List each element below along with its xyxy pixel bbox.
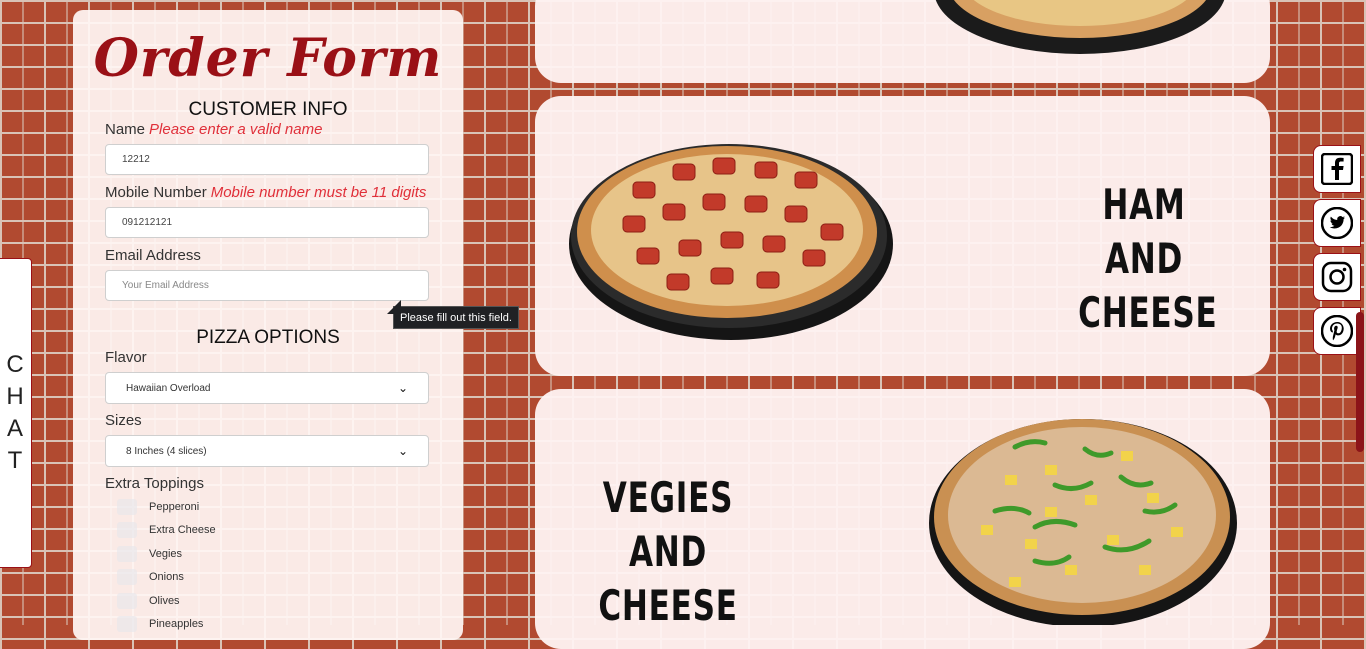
- checkbox[interactable]: [117, 593, 137, 609]
- flavor-select[interactable]: Hawaiian Overload ⌄: [105, 372, 429, 404]
- pizza-options-heading: PIZZA OPTIONS: [196, 327, 340, 348]
- card-title-line: HAM AND: [1102, 180, 1186, 283]
- name-error: Please enter a valid name: [149, 121, 323, 138]
- flavor-label: Flavor: [105, 349, 147, 366]
- mobile-error: Mobile number must be 11 digits: [210, 184, 427, 201]
- checkbox[interactable]: [117, 499, 137, 515]
- sizes-select[interactable]: 8 Inches (4 slices) ⌄: [105, 435, 429, 467]
- topping-label: Onions: [149, 571, 184, 583]
- topping-label: Pineapples: [149, 618, 204, 630]
- twitter-icon: [1321, 207, 1353, 239]
- checkbox[interactable]: [117, 522, 137, 538]
- mobile-input[interactable]: [105, 207, 429, 238]
- chevron-down-icon: ⌄: [397, 381, 408, 395]
- sizes-select-value: 8 Inches (4 slices): [126, 445, 207, 457]
- form-title: Order Form: [93, 28, 443, 89]
- topping-checkbox[interactable]: Vegies: [117, 545, 182, 563]
- topping-checkbox[interactable]: Pineapples: [117, 615, 203, 633]
- toppings-label: Extra Toppings: [105, 475, 204, 492]
- card-title: VEGIES AND CHEESE: [589, 471, 747, 633]
- pizza-image: [569, 144, 893, 340]
- facebook-icon: [1321, 153, 1353, 185]
- name-input[interactable]: [105, 144, 429, 175]
- chevron-down-icon: ⌄: [397, 444, 408, 458]
- topping-label: Olives: [149, 595, 180, 607]
- email-input[interactable]: [105, 270, 429, 301]
- card-title-line: VEGIES AND: [602, 473, 734, 576]
- topping-label: Vegies: [149, 548, 183, 560]
- name-label-text: Name: [105, 121, 146, 138]
- customer-info-heading: CUSTOMER INFO: [188, 99, 348, 120]
- scrollbar-thumb[interactable]: [1356, 312, 1364, 452]
- topping-checkbox[interactable]: Extra Cheese: [117, 521, 216, 539]
- pinterest-icon: [1321, 315, 1353, 347]
- validation-tooltip: Please fill out this field.: [387, 300, 519, 329]
- instagram-icon: [1321, 261, 1353, 293]
- card-title: HAM AND CHEESE: [1078, 178, 1218, 340]
- card-title-line: CHEESE: [1078, 288, 1218, 337]
- mobile-label-text: Mobile Number: [105, 184, 207, 201]
- topping-checkbox[interactable]: Olives: [117, 592, 180, 610]
- pizza-card-ham-and-cheese[interactable]: HAM AND CHEESE: [535, 96, 1270, 376]
- chat-tab[interactable]: CHAT: [0, 258, 32, 568]
- chat-label: CHAT: [6, 351, 24, 474]
- topping-label: Pepperoni: [149, 501, 200, 513]
- mobile-label: Mobile Number Mobile number must be 11 di…: [105, 184, 426, 201]
- pizza-image: [935, 0, 1225, 54]
- flavor-select-value: Hawaiian Overload: [126, 382, 211, 394]
- name-label: Name Please enter a valid name: [105, 121, 322, 138]
- topping-checkbox[interactable]: Pepperoni: [117, 498, 199, 516]
- pizza-card-vegies-and-cheese[interactable]: VEGIES AND CHEESE: [535, 389, 1270, 649]
- checkbox[interactable]: [117, 616, 137, 632]
- checkbox[interactable]: [117, 546, 137, 562]
- topping-checkbox[interactable]: Onions: [117, 568, 184, 586]
- sizes-label: Sizes: [105, 412, 142, 429]
- email-label: Email Address: [105, 247, 201, 264]
- pizza-image: [929, 419, 1237, 625]
- pizza-card[interactable]: [535, 0, 1270, 83]
- topping-label: Extra Cheese: [149, 524, 216, 536]
- checkbox[interactable]: [117, 569, 137, 585]
